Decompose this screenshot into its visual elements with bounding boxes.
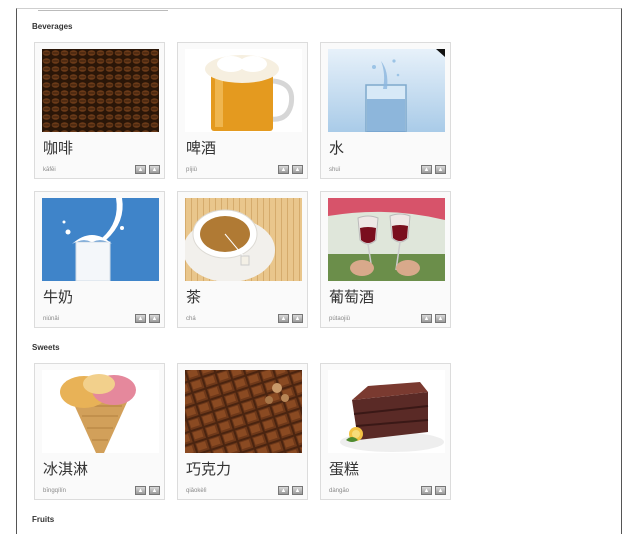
vocab-card-beer[interactable]: 啤酒 píjiǔ ▲ ▲ (177, 42, 308, 179)
record-icon[interactable]: ▲ (435, 165, 446, 174)
word-hanzi: 冰淇淋 (43, 460, 89, 478)
record-icon[interactable]: ▲ (149, 486, 160, 495)
word-pinyin: qiǎokèlì (186, 488, 207, 494)
speaker-icon[interactable]: ▲ (135, 486, 146, 495)
word-pinyin: kāfēi (43, 167, 56, 173)
record-icon[interactable]: ▲ (292, 486, 303, 495)
beer-mug-image (185, 49, 302, 132)
speaker-icon[interactable]: ▲ (278, 314, 289, 323)
tea-cup-image (185, 198, 302, 281)
word-pinyin: píjiǔ (186, 167, 198, 173)
vocab-card-ice-cream[interactable]: 冰淇淋 bīngqílín ▲ ▲ (34, 363, 165, 500)
speaker-icon[interactable]: ▲ (421, 165, 432, 174)
vocab-card-cake[interactable]: 蛋糕 dàngāo ▲ ▲ (320, 363, 451, 500)
record-icon[interactable]: ▲ (292, 165, 303, 174)
record-icon[interactable]: ▲ (292, 314, 303, 323)
vocab-card-milk[interactable]: 牛奶 niúnǎi ▲ ▲ (34, 191, 165, 328)
vocab-card-chocolate[interactable]: 巧克力 qiǎokèlì ▲ ▲ (177, 363, 308, 500)
vocab-card-wine[interactable]: 葡萄酒 pútaojiǔ ▲ ▲ (320, 191, 451, 328)
record-icon[interactable]: ▲ (149, 165, 160, 174)
ice-cream-image (42, 370, 159, 453)
section-title-sweets: Sweets (32, 343, 60, 352)
word-pinyin: shuǐ (329, 167, 341, 173)
word-hanzi: 巧克力 (186, 460, 232, 478)
section-title-beverages: Beverages (32, 22, 73, 31)
top-divider (38, 4, 168, 11)
vocab-card-tea[interactable]: 茶 chá ▲ ▲ (177, 191, 308, 328)
record-icon[interactable]: ▲ (149, 314, 160, 323)
section-title-fruits: Fruits (32, 515, 55, 524)
word-hanzi: 牛奶 (43, 288, 74, 306)
speaker-icon[interactable]: ▲ (135, 314, 146, 323)
word-hanzi: 茶 (186, 288, 202, 306)
word-pinyin: pútaojiǔ (329, 316, 351, 322)
wine-glasses-image (328, 198, 445, 281)
vocab-card-coffee[interactable]: 咖啡 kāfēi ▲ ▲ (34, 42, 165, 179)
chocolate-image (185, 370, 302, 453)
coffee-beans-image (42, 49, 159, 132)
word-hanzi: 啤酒 (186, 139, 217, 157)
vocab-card-water[interactable]: 水 shuǐ ▲ ▲ (320, 42, 451, 179)
cake-image (328, 370, 445, 453)
milk-glass-image (42, 198, 159, 281)
speaker-icon[interactable]: ▲ (278, 165, 289, 174)
speaker-icon[interactable]: ▲ (278, 486, 289, 495)
word-pinyin: dàngāo (329, 488, 350, 494)
speaker-icon[interactable]: ▲ (421, 486, 432, 495)
speaker-icon[interactable]: ▲ (421, 314, 432, 323)
record-icon[interactable]: ▲ (435, 486, 446, 495)
word-pinyin: niúnǎi (43, 316, 60, 322)
word-pinyin: chá (186, 316, 196, 322)
water-glass-image (328, 49, 445, 132)
word-hanzi: 咖啡 (43, 139, 74, 157)
record-icon[interactable]: ▲ (435, 314, 446, 323)
word-pinyin: bīngqílín (43, 488, 67, 494)
speaker-icon[interactable]: ▲ (135, 165, 146, 174)
word-hanzi: 水 (329, 139, 345, 157)
word-hanzi: 葡萄酒 (329, 288, 375, 306)
word-hanzi: 蛋糕 (329, 460, 360, 478)
